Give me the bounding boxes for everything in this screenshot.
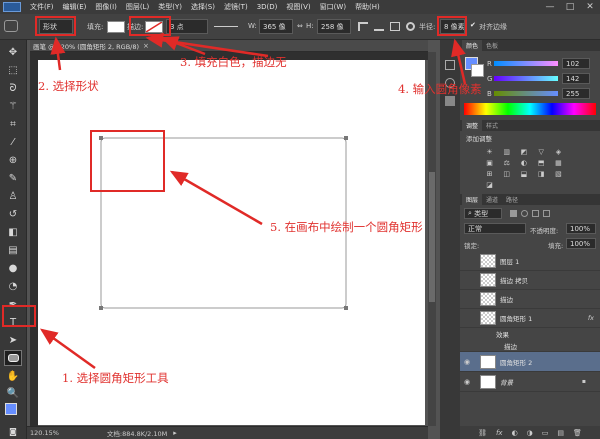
annotation-step-3: 3. 填充白色，描边无 bbox=[180, 55, 287, 69]
annotation-step-1: 1. 选择圆角矩形工具 bbox=[62, 371, 169, 385]
annotation-step-5: 5. 在画布中绘制一个圆角矩形 bbox=[270, 220, 423, 234]
annotation-step-2: 2. 选择形状 bbox=[38, 79, 99, 93]
annotation-step-4: 4. 输入圆角像素 bbox=[398, 82, 482, 96]
